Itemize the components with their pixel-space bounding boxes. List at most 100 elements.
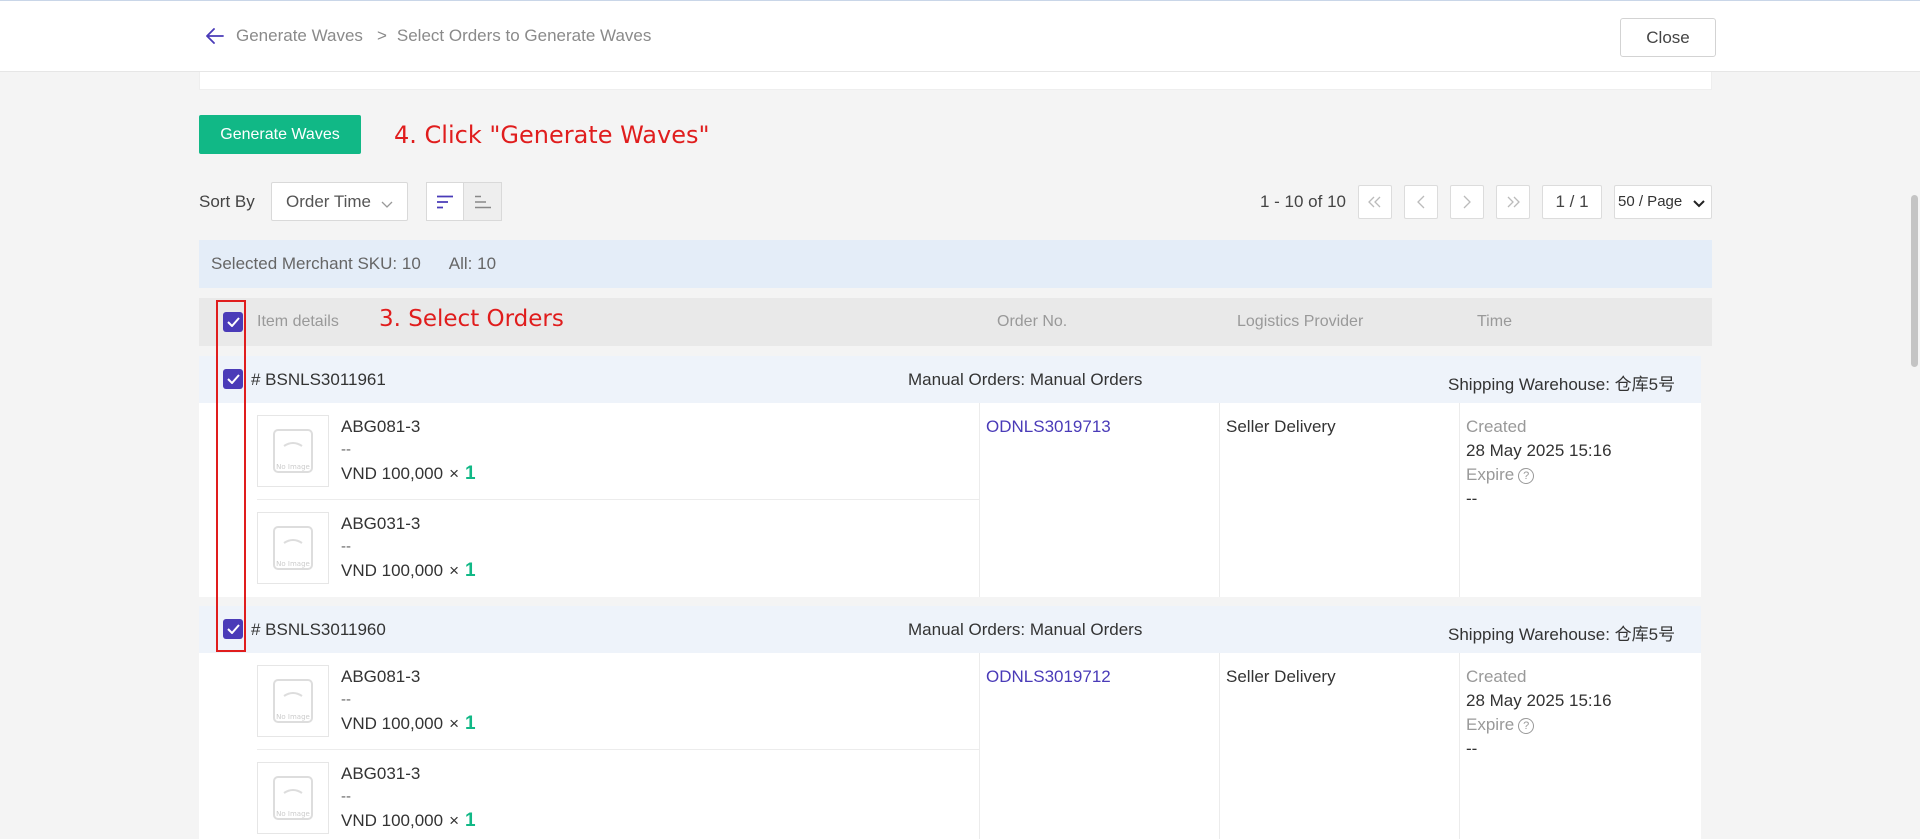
- expire-time: --: [1466, 489, 1478, 508]
- order-no-cell: ODNLS3019712: [979, 653, 1219, 839]
- created-label: Created: [1466, 667, 1527, 686]
- sort-select[interactable]: Order Time: [271, 182, 408, 221]
- scrollbar-thumb[interactable]: [1911, 195, 1918, 367]
- logistics-cell: Seller Delivery: [1219, 403, 1459, 597]
- sort-toolbar: Sort By Order Time 1 - 10 of 10 1 / 1 50…: [199, 182, 1712, 222]
- order-group-body: No Image ABG081-3 -- VND 100,000 × 1 No Im…: [199, 653, 1701, 839]
- breadcrumb-separator: >: [376, 26, 387, 45]
- time-cell: Created 28 May 2025 15:16 Expire? --: [1459, 653, 1701, 839]
- shipping-warehouse: Shipping Warehouse: 仓库5号: [1448, 625, 1676, 644]
- logistics-provider: Seller Delivery: [1226, 667, 1336, 686]
- top-bar: Generate Waves > Select Orders to Genera…: [0, 0, 1920, 72]
- order-group-header: # BSNLS3011961 Manual Orders: Manual Ord…: [199, 356, 1701, 403]
- sort-label: Sort By: [199, 192, 255, 211]
- selected-sku-count: Selected Merchant SKU: 10: [211, 254, 421, 273]
- help-icon[interactable]: ?: [1518, 468, 1535, 484]
- times-icon: ×: [449, 811, 460, 830]
- created-label: Created: [1466, 417, 1527, 436]
- list-item: No Image ABG031-3 -- VND 100,000 × 1: [257, 500, 979, 597]
- item-price: VND 100,000: [341, 464, 444, 483]
- order-group-header: # BSNLS3011960 Manual Orders: Manual Ord…: [199, 606, 1701, 653]
- svg-text:No Image: No Image: [276, 810, 310, 818]
- first-page-icon[interactable]: [1358, 184, 1392, 219]
- item-quantity: 1: [465, 810, 476, 831]
- list-item: No Image ABG081-3 -- VND 100,000 × 1: [257, 653, 979, 750]
- order-number: # BSNLS3011961: [251, 370, 386, 389]
- item-variant: --: [341, 691, 351, 708]
- item-quantity: 1: [465, 560, 476, 581]
- item-price: VND 100,000: [341, 561, 444, 580]
- back-arrow-icon[interactable]: [204, 25, 226, 47]
- shipping-warehouse: Shipping Warehouse: 仓库5号: [1448, 375, 1676, 394]
- logistics-provider: Seller Delivery: [1226, 417, 1336, 436]
- col-time: Time: [1477, 313, 1512, 330]
- last-page-icon[interactable]: [1496, 184, 1530, 219]
- chevron-down-icon: [381, 195, 393, 215]
- close-button[interactable]: Close: [1620, 18, 1716, 57]
- item-variant: --: [341, 788, 351, 805]
- list-item: No Image ABG031-3 -- VND 100,000 × 1: [257, 750, 979, 839]
- order-no-link[interactable]: ODNLS3019713: [986, 417, 1111, 437]
- item-variant: --: [341, 441, 351, 458]
- col-order-no: Order No.: [997, 313, 1068, 330]
- item-sku: ABG031-3: [341, 764, 421, 783]
- item-price-line: VND 100,000 × 1: [341, 713, 476, 735]
- times-icon: ×: [449, 714, 460, 733]
- logistics-cell: Seller Delivery: [1219, 653, 1459, 839]
- breadcrumb-parent[interactable]: Generate Waves: [236, 26, 363, 46]
- page-number-input[interactable]: 1 / 1: [1542, 184, 1602, 219]
- order-source: Manual Orders: Manual Orders: [908, 620, 1143, 639]
- help-icon[interactable]: ?: [1518, 718, 1535, 734]
- no-image-icon: No Image: [257, 665, 329, 737]
- breadcrumb-current: Select Orders to Generate Waves: [396, 26, 652, 45]
- order-number: # BSNLS3011960: [251, 620, 386, 639]
- generate-waves-button[interactable]: Generate Waves: [199, 115, 361, 154]
- filter-panel-bottom: [199, 72, 1712, 90]
- sort-descending-icon[interactable]: [426, 182, 464, 221]
- table-header: Item details 3. Select Orders Order No. …: [199, 298, 1712, 346]
- pagination-range: 1 - 10 of 10: [1259, 191, 1346, 211]
- breadcrumb: Generate Waves > Select Orders to Genera…: [204, 25, 651, 47]
- next-page-icon[interactable]: [1450, 184, 1484, 219]
- list-item: No Image ABG081-3 -- VND 100,000 × 1: [257, 403, 979, 500]
- scrollbar-track[interactable]: [1908, 72, 1920, 839]
- order-no-link[interactable]: ODNLS3019712: [986, 667, 1111, 687]
- created-time: 28 May 2025 15:16: [1466, 691, 1612, 710]
- sort-value: Order Time: [286, 191, 372, 211]
- all-sku-count: All: 10: [448, 254, 497, 273]
- order-source: Manual Orders: Manual Orders: [908, 370, 1143, 389]
- time-cell: Created 28 May 2025 15:16 Expire? --: [1459, 403, 1701, 597]
- annotation-step4: 4. Click "Generate Waves": [394, 121, 710, 149]
- item-sku: ABG081-3: [341, 667, 421, 686]
- col-logistics-provider: Logistics Provider: [1237, 313, 1364, 330]
- item-quantity: 1: [465, 463, 476, 484]
- expire-label: Expire?: [1466, 715, 1535, 735]
- chevron-down-icon: [1693, 196, 1705, 213]
- item-quantity: 1: [465, 713, 476, 734]
- annotation-highlight-box: [216, 300, 246, 652]
- order-no-cell: ODNLS3019713: [979, 403, 1219, 597]
- item-sku: ABG081-3: [341, 417, 421, 436]
- expire-label: Expire?: [1466, 465, 1535, 485]
- item-price-line: VND 100,000 × 1: [341, 810, 476, 832]
- selection-summary: Selected Merchant SKU: 10 All: 10: [199, 240, 1712, 288]
- item-price-line: VND 100,000 × 1: [341, 463, 476, 485]
- svg-text:No Image: No Image: [276, 560, 310, 568]
- svg-text:No Image: No Image: [276, 463, 310, 471]
- item-price: VND 100,000: [341, 811, 444, 830]
- times-icon: ×: [449, 464, 460, 483]
- created-time: 28 May 2025 15:16: [1466, 441, 1612, 460]
- col-item-details: Item details: [257, 313, 339, 330]
- sort-ascending-icon[interactable]: [464, 182, 502, 221]
- item-sku: ABG031-3: [341, 514, 421, 533]
- annotation-step3: 3. Select Orders: [379, 306, 564, 332]
- sort-direction-toggle: [426, 182, 502, 221]
- page-size-select[interactable]: 50 / Page: [1614, 184, 1712, 219]
- pagination: 1 - 10 of 10 1 / 1 50 / Page: [1260, 182, 1712, 221]
- page-size-value: 50 / Page: [1618, 193, 1683, 210]
- expire-time: --: [1466, 739, 1478, 758]
- prev-page-icon[interactable]: [1404, 184, 1438, 219]
- no-image-icon: No Image: [257, 762, 329, 834]
- item-price-line: VND 100,000 × 1: [341, 560, 476, 582]
- no-image-icon: No Image: [257, 415, 329, 487]
